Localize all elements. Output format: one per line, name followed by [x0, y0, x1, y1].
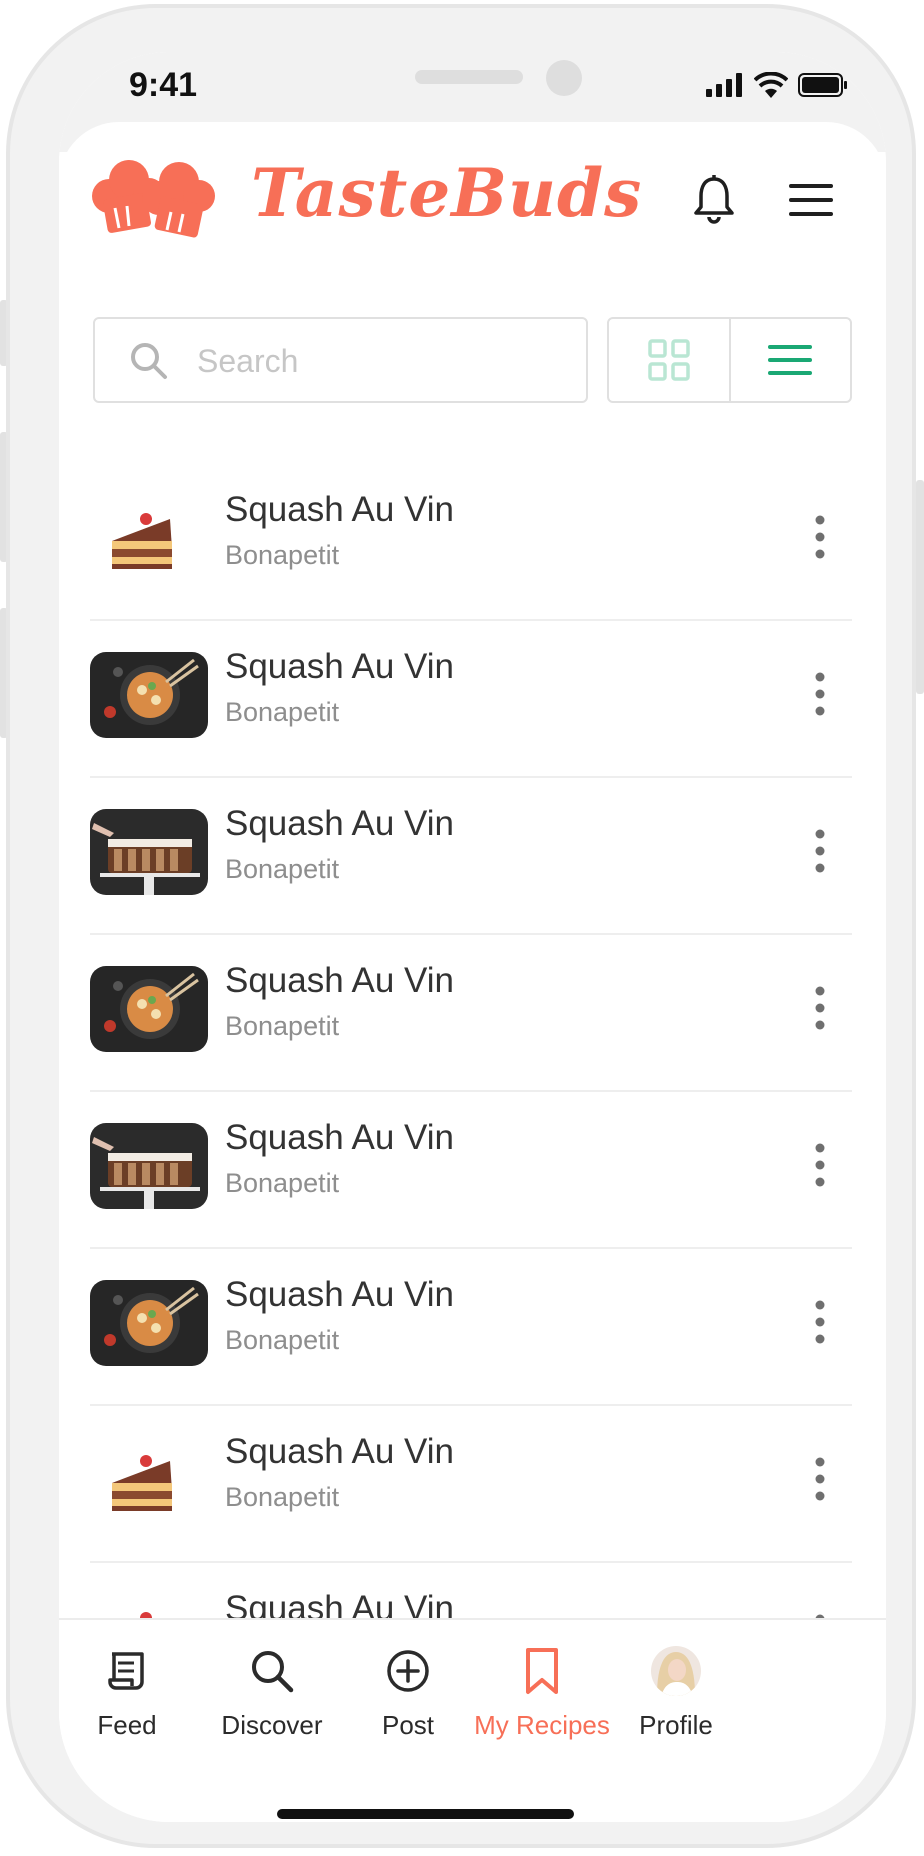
- list-view-button[interactable]: [728, 319, 851, 401]
- plus-circle-icon: [387, 1650, 429, 1692]
- recipe-thumbnail: [90, 495, 208, 581]
- tab-label-feed: Feed: [97, 1710, 157, 1740]
- recipe-title: Squash Au Vin: [225, 1432, 454, 1471]
- brand-name: TasteBuds: [251, 154, 643, 232]
- list-item[interactable]: Squash Au Vin Bonapetit: [90, 464, 852, 621]
- list-item[interactable]: Squash Au Vin Bonapetit: [90, 935, 852, 1092]
- more-options-icon[interactable]: [810, 1142, 830, 1188]
- search-box[interactable]: [93, 317, 588, 403]
- notch: [250, 52, 699, 122]
- recipe-source: Bonapetit: [225, 854, 340, 884]
- speaker-grille: [415, 70, 523, 84]
- chef-hats-icon: [92, 160, 215, 238]
- app-screen: 9:41 TasteBuds Search Squash Au Vin Bona…: [59, 52, 886, 1822]
- avatar: [651, 1646, 701, 1696]
- more-options-icon[interactable]: [810, 671, 830, 717]
- bookmark-icon: [526, 1648, 558, 1694]
- tab-feed[interactable]: Feed: [59, 1646, 207, 1741]
- recipe-source: Bonapetit: [225, 540, 340, 570]
- recipe-thumbnail: [90, 652, 208, 738]
- status-icons: [706, 72, 848, 98]
- recipe-source: Bonapetit: [225, 1168, 340, 1198]
- tab-profile[interactable]: Profile: [596, 1646, 756, 1741]
- phone-frame: 9:41 TasteBuds Search Squash Au Vin Bona…: [6, 4, 916, 1848]
- recipe-title: Squash Au Vin: [225, 804, 454, 843]
- recipe-title: Squash Au Vin: [225, 647, 454, 686]
- search-icon: [131, 343, 167, 379]
- bell-icon[interactable]: [692, 175, 736, 225]
- status-time: 9:41: [129, 66, 198, 104]
- list-item[interactable]: Squash Au Vin Bonapetit: [90, 1092, 852, 1249]
- recipe-thumbnail: [90, 809, 208, 895]
- more-options-icon[interactable]: [810, 985, 830, 1031]
- list-item[interactable]: Squash Au Vin Bonapetit: [90, 1249, 852, 1406]
- more-options-icon[interactable]: [810, 1299, 830, 1345]
- recipe-source: Bonapetit: [225, 697, 340, 727]
- recipe-source: Bonapetit: [225, 1011, 340, 1041]
- recipe-title: Squash Au Vin: [225, 1275, 454, 1314]
- cellular-signal-icon: [706, 73, 742, 97]
- recipe-source: Bonapetit: [225, 1325, 340, 1355]
- home-indicator: [277, 1809, 574, 1819]
- list-item[interactable]: Squash Au Vin Bonapetit: [90, 1406, 852, 1563]
- front-camera: [546, 60, 582, 96]
- recipe-title: Squash Au Vin: [225, 961, 454, 1000]
- wifi-icon: [754, 72, 788, 98]
- list-item[interactable]: Squash Au Vin Bonapetit: [90, 778, 852, 935]
- recipe-source: Bonapetit: [225, 1482, 340, 1512]
- power-button: [916, 480, 924, 694]
- more-options-icon[interactable]: [810, 828, 830, 874]
- tab-label-profile: Profile: [639, 1710, 713, 1740]
- recipe-thumbnail: [90, 1123, 208, 1209]
- more-options-icon[interactable]: [810, 514, 830, 560]
- battery-icon: [798, 73, 847, 97]
- list-icon: [768, 345, 813, 375]
- bottom-tab-bar: Feed Discover Post My Recipes Profile: [59, 1618, 886, 1822]
- list-item[interactable]: Squash Au Vin Bonapetit: [90, 621, 852, 778]
- feed-icon: [108, 1652, 144, 1690]
- search-input[interactable]: [195, 333, 569, 389]
- view-toggle: [607, 317, 852, 403]
- recipe-title: Squash Au Vin: [225, 490, 454, 529]
- search-icon: [252, 1651, 294, 1693]
- hamburger-menu-icon[interactable]: [789, 182, 833, 218]
- recipe-title: Squash Au Vin: [225, 1118, 454, 1157]
- recipe-thumbnail: [90, 1280, 208, 1366]
- grid-view-button[interactable]: [609, 319, 729, 401]
- recipe-thumbnail: [90, 1437, 208, 1523]
- recipe-thumbnail: [90, 966, 208, 1052]
- more-options-icon[interactable]: [810, 1456, 830, 1502]
- grid-icon: [648, 339, 690, 381]
